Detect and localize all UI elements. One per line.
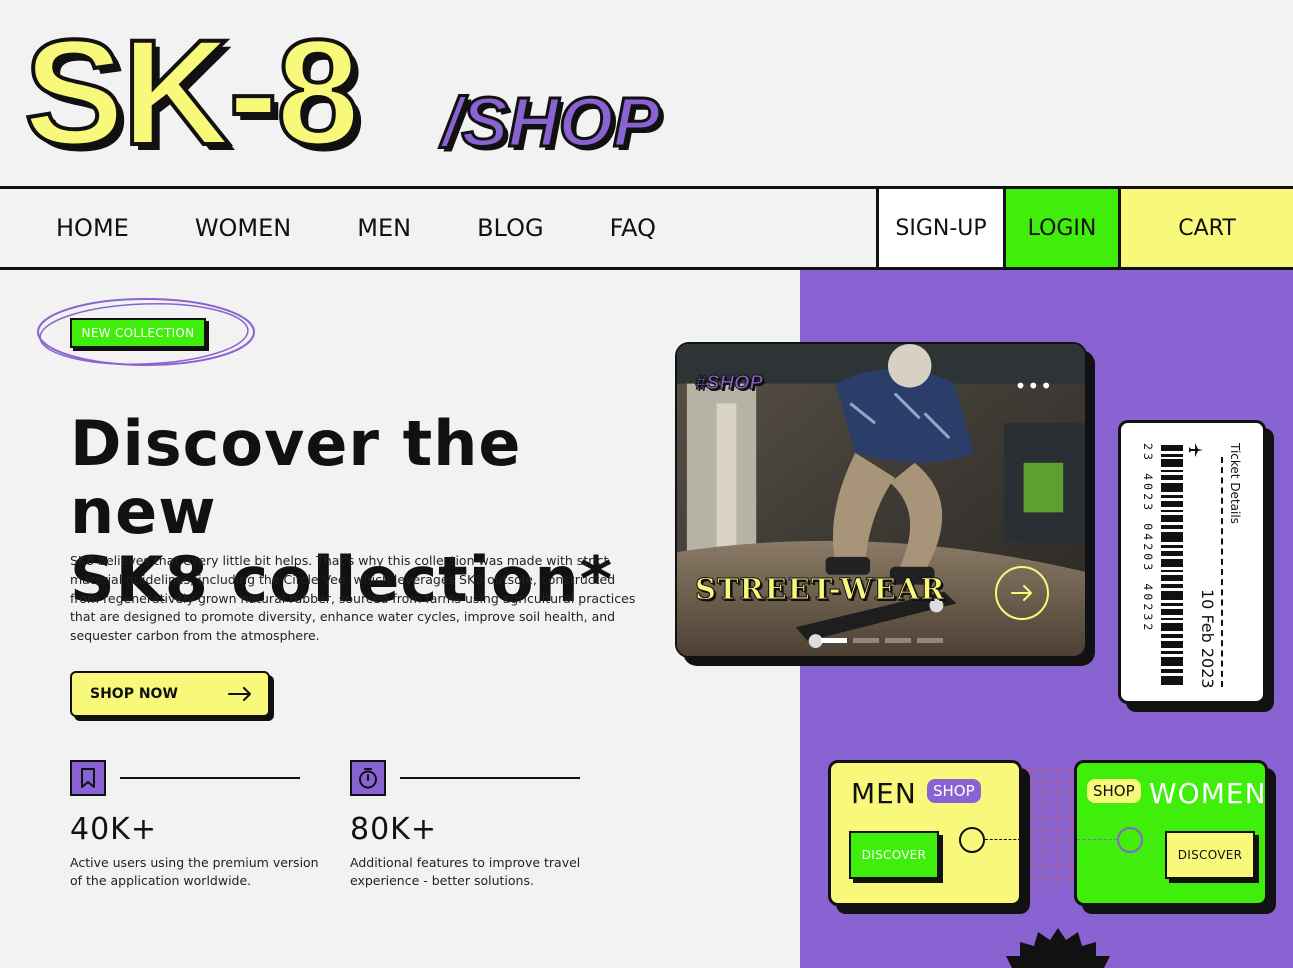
hero-title-line1: Discover the new [70,407,522,548]
pager-dot[interactable] [853,638,879,643]
men-shop-pill[interactable]: SHOP [927,779,981,803]
ticket-date: 10 Feb 2023 [1183,589,1223,699]
stat-value: 40K+ [70,812,157,847]
stat-value: 80K+ [350,812,437,847]
nav-links: HOME WOMEN MEN BLOG FAQ [56,189,722,267]
airplane-icon [1189,443,1203,457]
ticket-details-label: Ticket Details [1227,443,1247,543]
men-title: MEN [851,777,917,810]
stat-label: Additional features to improve travel ex… [350,855,581,888]
new-collection-badge: NEW COLLECTION [70,318,206,348]
men-category-card[interactable]: MEN SHOP DISCOVER [828,760,1022,906]
more-options-icon[interactable]: ••• [1015,374,1053,398]
ticket-date-text: 10 Feb 2023 [1198,589,1217,689]
grid-pattern [1020,768,1078,888]
streetwear-card[interactable]: #SHOP ••• STREET-WEAR [675,342,1087,658]
women-discover-button[interactable]: DISCOVER [1165,831,1255,879]
stat-label: Active users using the premium version o… [70,855,319,888]
arrow-right-icon [228,687,251,701]
nav-faq[interactable]: FAQ [610,214,657,242]
pager-dot[interactable] [885,638,911,643]
logo-sub-text: /SHOP [441,83,662,162]
men-discover-button[interactable]: DISCOVER [849,831,939,879]
nav-men[interactable]: MEN [357,214,411,242]
signup-button[interactable]: SIGN-UP [876,189,1003,267]
cart-button[interactable]: CART [1118,189,1293,267]
starburst-decoration [1006,928,1110,968]
connector-line [985,839,1021,840]
stat-divider [120,777,300,779]
shop-hashtag: #SHOP [695,372,764,395]
pager-dot-active[interactable] [821,638,847,643]
ticket-number-text: 23 4023 04203 40232 [1141,443,1155,634]
shop-now-button[interactable]: SHOP NOW [70,671,270,717]
main-nav: HOME WOMEN MEN BLOG FAQ SIGN-UP LOGIN CA… [0,186,1293,270]
women-shop-pill[interactable]: SHOP [1087,779,1141,803]
pager-dot[interactable] [917,638,943,643]
ticket-card[interactable]: 23 4023 04203 40232 10 Feb 2023 Ticket D… [1118,420,1266,704]
women-category-card[interactable]: SHOP WOMEN DISCOVER [1074,760,1268,906]
next-arrow-button[interactable] [995,566,1049,620]
nav-home[interactable]: HOME [56,214,129,242]
shop-now-label: SHOP NOW [90,686,178,702]
connector-line [1077,839,1117,840]
ticket-divider [1221,457,1223,687]
connector-circle [959,827,985,853]
barcode [1161,445,1183,685]
ticket-details-text: Ticket Details [1228,443,1242,524]
streetwear-caption: STREET-WEAR [694,572,946,607]
connector-circle [1117,827,1143,853]
women-title: WOMEN [1149,777,1267,810]
login-button[interactable]: LOGIN [1003,189,1118,267]
stopwatch-icon [350,760,386,796]
arrow-right-icon [1011,585,1032,601]
bookmark-icon [70,760,106,796]
nav-women[interactable]: WOMEN [195,214,291,242]
nav-blog[interactable]: BLOG [477,214,543,242]
hero-description: SK8 believes that every little bit helps… [70,553,636,644]
slide-pager [821,638,943,643]
ticket-number: 23 4023 04203 40232 [1141,443,1155,693]
logo-main-text: SK-8 [22,8,362,176]
stat-divider [400,777,580,779]
